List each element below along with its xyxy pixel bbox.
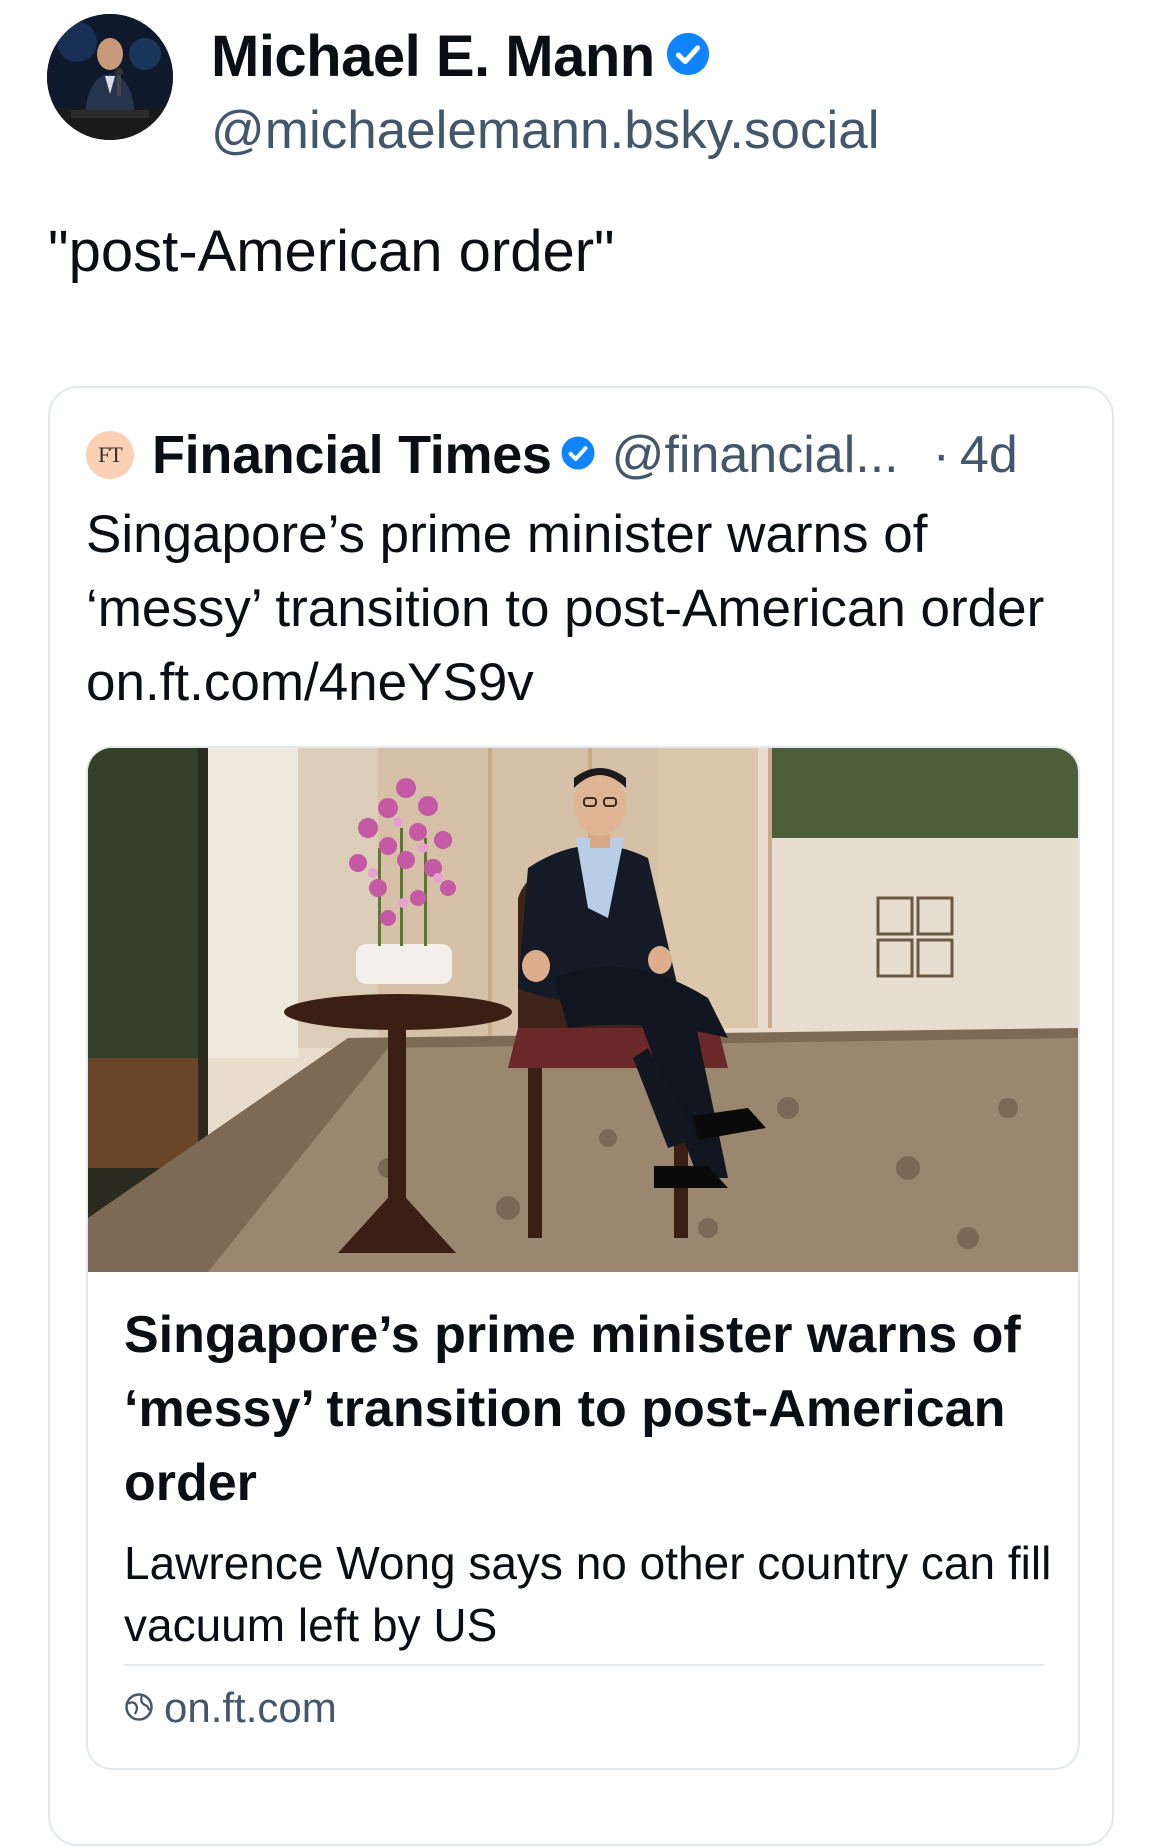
quoted-author-name[interactable]: Financial Times xyxy=(152,424,552,486)
verified-badge-icon xyxy=(560,435,596,476)
link-title: Singapore’s prime minister warns of ‘mes… xyxy=(124,1306,1021,1512)
globe-icon xyxy=(124,1684,154,1732)
ft-avatar[interactable]: FT xyxy=(86,431,134,479)
link-preview-card[interactable]: Singapore’s prime minister warns of ‘mes… xyxy=(86,746,1080,1770)
link-description: Lawrence Wong says no other country can … xyxy=(124,1537,1052,1651)
verified-badge-icon xyxy=(665,24,711,91)
author-name[interactable]: Michael E. Mann xyxy=(211,23,655,90)
quoted-author-handle[interactable]: @financial... xyxy=(612,425,899,485)
quoted-post-card[interactable]: FT Financial Times @financial... · 4d Si… xyxy=(48,386,1114,1846)
author-avatar[interactable] xyxy=(47,14,173,140)
post-text: "post-American order" xyxy=(48,219,615,284)
author-handle[interactable]: @michaelemann.bsky.social xyxy=(211,100,879,161)
link-domain-row: on.ft.com xyxy=(124,1684,337,1732)
author-name-row[interactable]: Michael E. Mann xyxy=(211,22,711,91)
separator-dot: · xyxy=(932,426,950,484)
link-divider xyxy=(124,1664,1044,1666)
quoted-post-time[interactable]: 4d xyxy=(960,425,1018,485)
avatar-photo xyxy=(47,14,173,140)
quoted-post-text: Singapore’s prime minister warns of ‘mes… xyxy=(86,505,1045,712)
link-thumbnail xyxy=(88,748,1078,1272)
link-domain: on.ft.com xyxy=(164,1684,337,1731)
quoted-post-header: FT Financial Times @financial... · 4d xyxy=(86,424,1018,486)
